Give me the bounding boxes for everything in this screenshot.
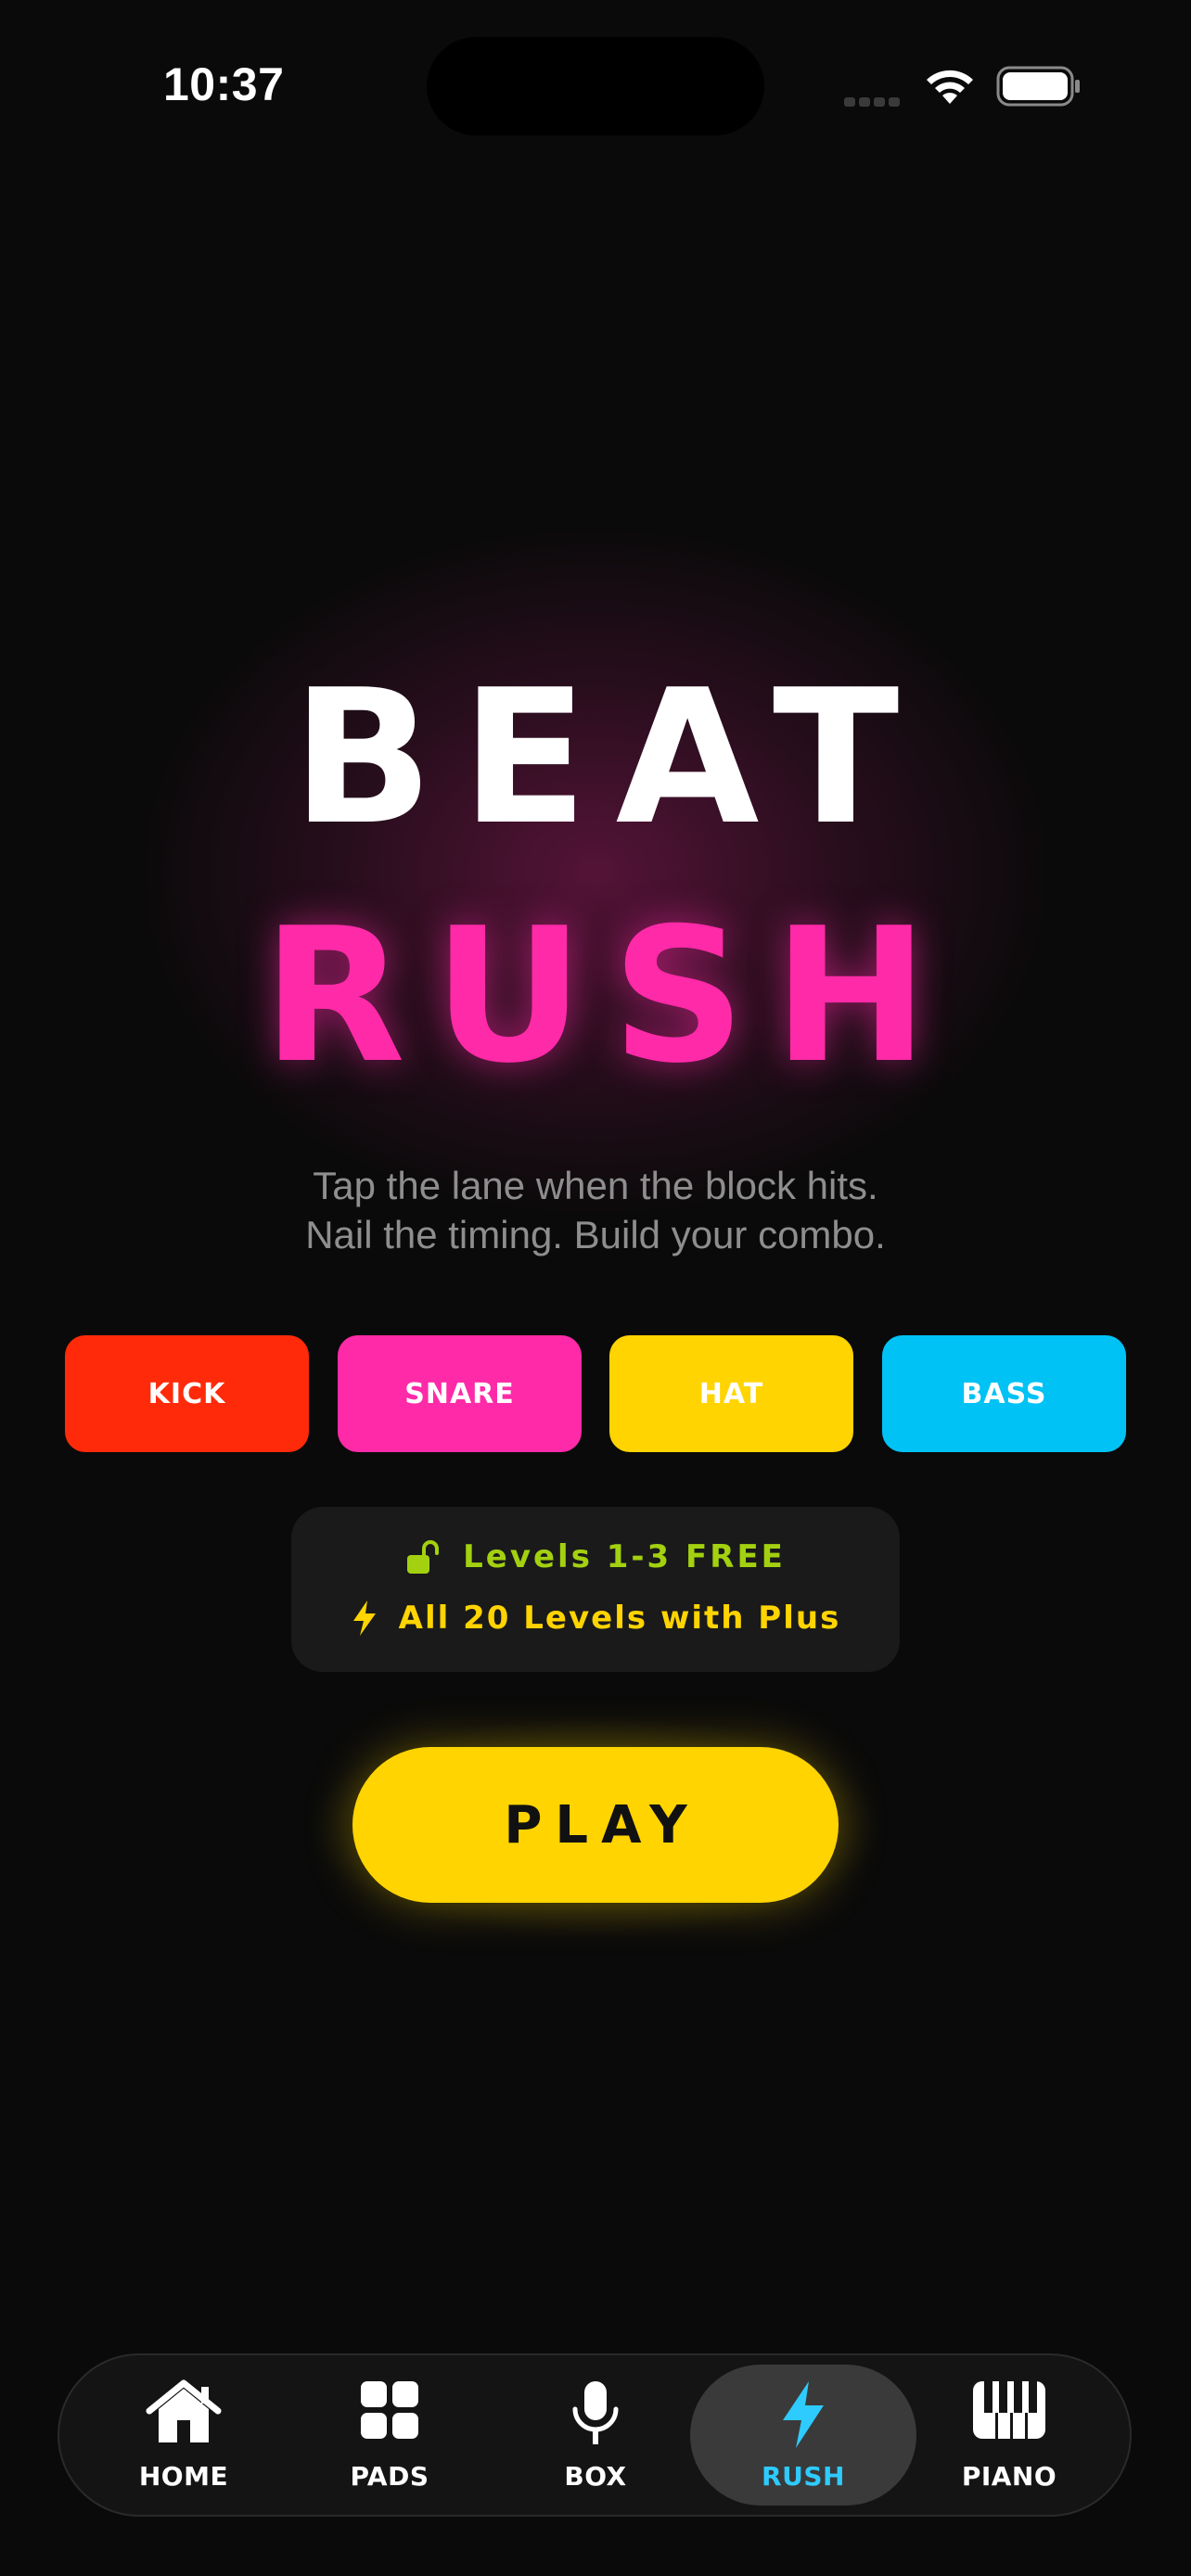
lane-snare: SNARE bbox=[338, 1335, 582, 1452]
wifi-icon bbox=[927, 70, 973, 104]
title-glow bbox=[130, 519, 1061, 1224]
tab-rush-label: RUSH bbox=[762, 2461, 845, 2492]
microphone-icon bbox=[572, 2381, 619, 2444]
play-button[interactable]: PLAY bbox=[352, 1747, 839, 1903]
title-beat: BEAT bbox=[291, 650, 928, 866]
title-rush: RUSH bbox=[263, 888, 956, 1104]
lane-bass: BASS bbox=[882, 1335, 1126, 1452]
dynamic-island bbox=[427, 37, 764, 135]
unlock-icon bbox=[407, 1540, 440, 1574]
piano-icon bbox=[973, 2381, 1045, 2439]
levels-plus-row: All 20 Levels with Plus bbox=[291, 1600, 900, 1637]
bolt-icon bbox=[783, 2381, 824, 2448]
battery-icon bbox=[996, 66, 1080, 107]
house-icon bbox=[146, 2379, 222, 2442]
tab-bar: HOME PADS BOX RUSH PIANO bbox=[58, 2353, 1132, 2517]
lane-kick: KICK bbox=[65, 1335, 309, 1452]
grid-icon bbox=[361, 2381, 418, 2439]
subtitle-line-1: Tap the lane when the block hits. bbox=[313, 1164, 878, 1207]
bolt-icon bbox=[352, 1600, 376, 1636]
tab-pads-label: PADS bbox=[350, 2461, 429, 2492]
tab-piano-label: PIANO bbox=[961, 2461, 1057, 2492]
tab-box[interactable]: BOX bbox=[503, 2355, 688, 2515]
tab-home[interactable]: HOME bbox=[91, 2355, 276, 2515]
lane-legend: KICK SNARE HAT BASS bbox=[65, 1335, 1126, 1452]
levels-plus-text: All 20 Levels with Plus bbox=[398, 1600, 841, 1637]
cellular-signal-icon bbox=[844, 93, 903, 110]
levels-info-card: Levels 1-3 FREE All 20 Levels with Plus bbox=[291, 1507, 900, 1672]
tab-home-label: HOME bbox=[138, 2461, 229, 2492]
subtitle-line-2: Nail the timing. Build your combo. bbox=[305, 1213, 886, 1256]
status-time: 10:37 bbox=[163, 58, 285, 110]
levels-free-text: Levels 1-3 FREE bbox=[463, 1538, 786, 1575]
tab-pads[interactable]: PADS bbox=[297, 2355, 482, 2515]
tab-box-label: BOX bbox=[564, 2461, 627, 2492]
lane-hat: HAT bbox=[609, 1335, 853, 1452]
levels-free-row: Levels 1-3 FREE bbox=[291, 1538, 900, 1575]
tab-piano[interactable]: PIANO bbox=[916, 2355, 1102, 2515]
tab-rush[interactable]: RUSH bbox=[711, 2355, 896, 2515]
